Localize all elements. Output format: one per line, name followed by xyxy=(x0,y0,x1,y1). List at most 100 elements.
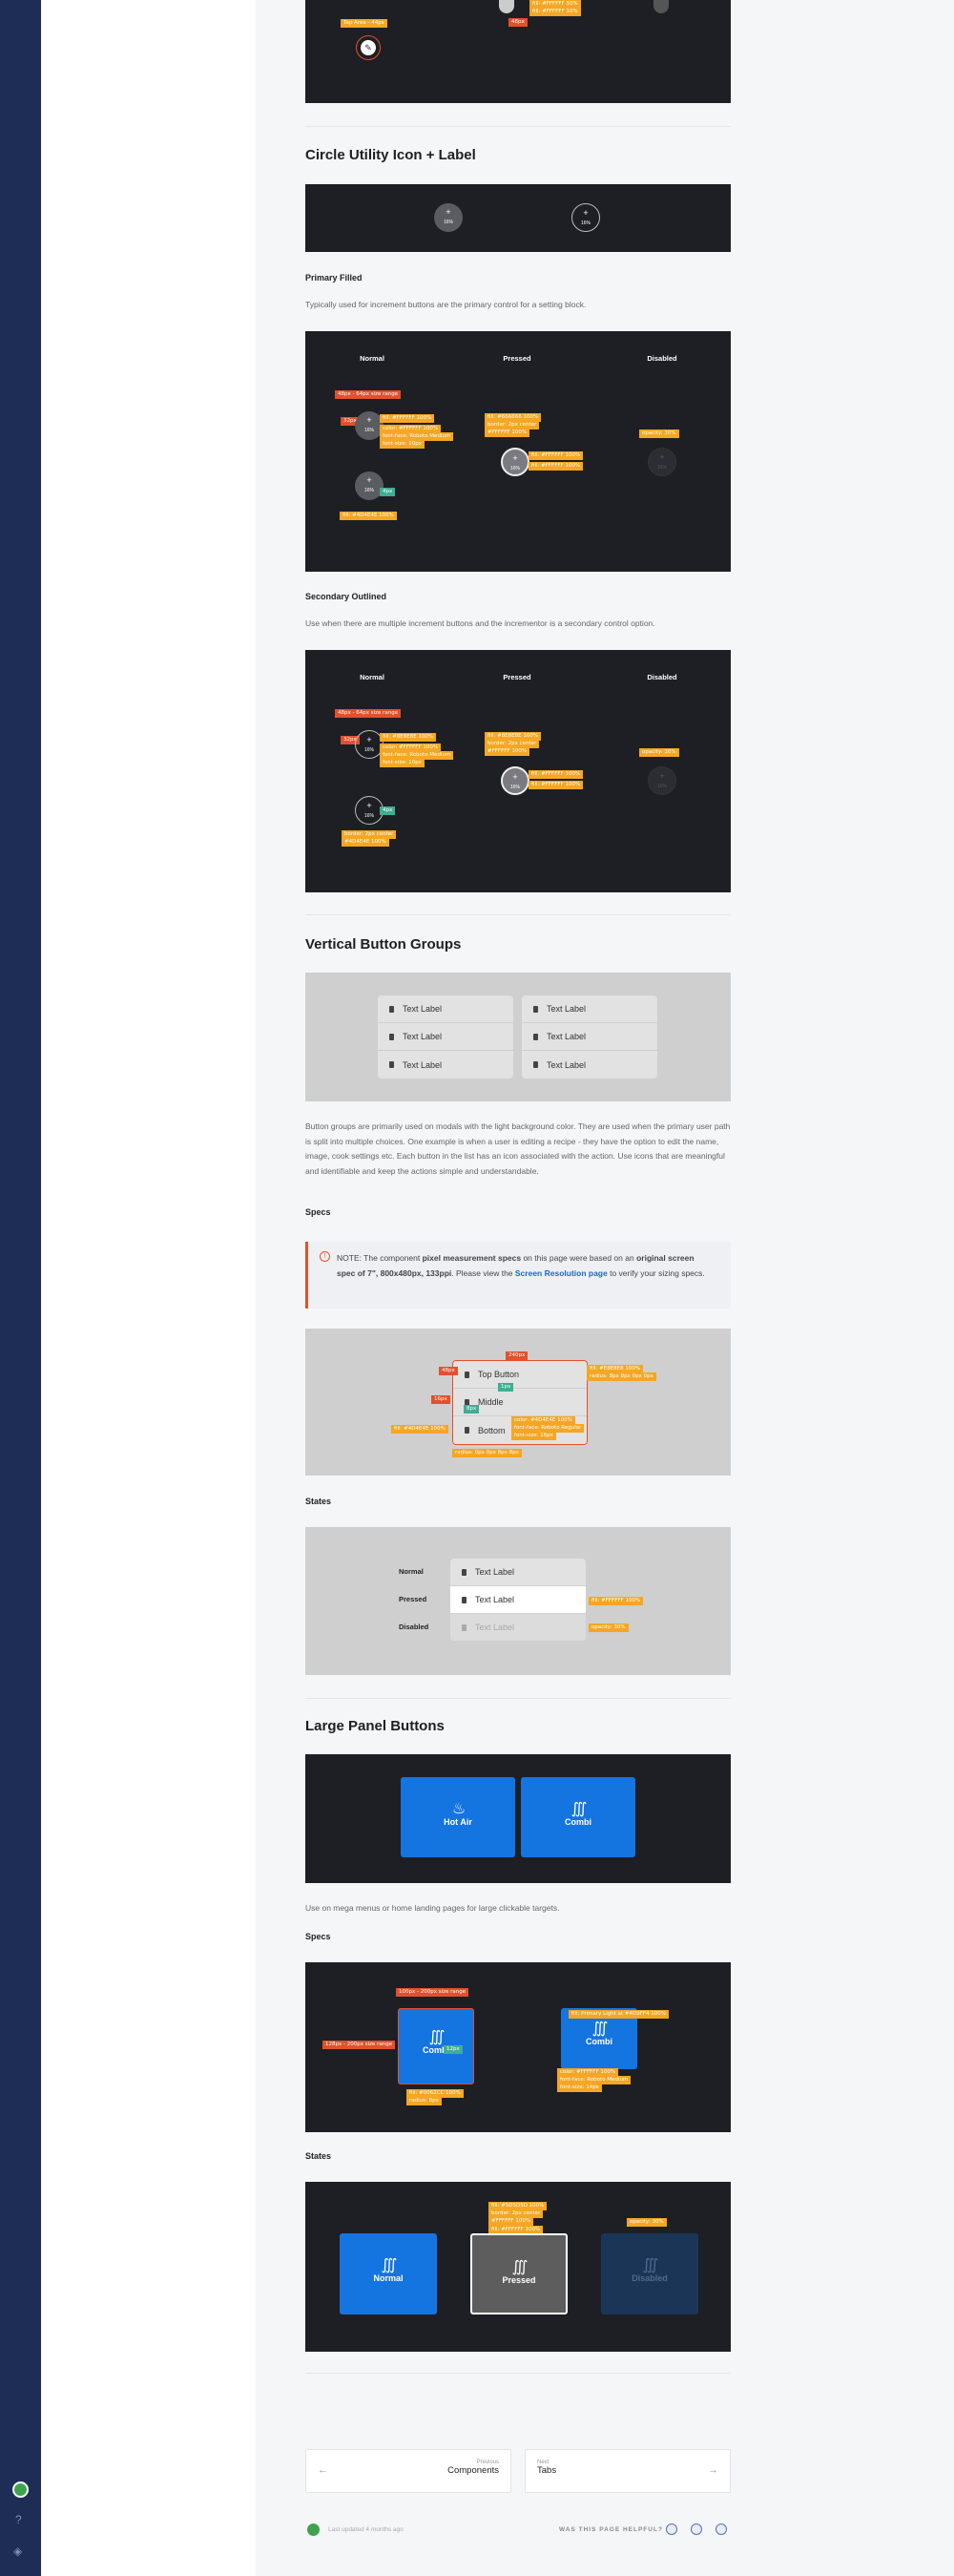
state-disabled: Disabled xyxy=(647,354,677,363)
top-button[interactable]: Top Button xyxy=(453,1361,587,1389)
section-title-lpb: Large Panel Buttons xyxy=(305,1718,445,1734)
prev-page-link[interactable]: ← Previous Components xyxy=(305,2449,511,2493)
next-page-link[interactable]: Next Tabs → xyxy=(525,2449,731,2493)
button-label: Text Label xyxy=(475,1567,515,1577)
next-title: Tabs xyxy=(537,2465,557,2476)
circle-label: 16% xyxy=(509,785,520,790)
tag: 12px xyxy=(444,2045,463,2054)
lpb-specs-title: Specs xyxy=(305,1932,331,1941)
sidebar xyxy=(41,0,256,2576)
tag: fill: #FFFFFF 100% xyxy=(589,1597,644,1605)
tag: radius: 0px 0px 8px 8px xyxy=(452,1449,522,1457)
state-normal-panel[interactable]: ∭ Normal xyxy=(340,2233,437,2314)
button-label: Text Label xyxy=(547,1032,587,1041)
tap-area-tag: Tap Area - 44px xyxy=(341,19,387,28)
button-label: Text Label xyxy=(547,1004,587,1014)
section-title-circle: Circle Utility Icon + Label xyxy=(305,147,476,163)
circle-filled-button[interactable]: +16% xyxy=(434,203,463,232)
button-icon xyxy=(533,1005,538,1013)
steam-icon: ∭ xyxy=(591,2021,609,2037)
vbg-desc: Button groups are primarily used on moda… xyxy=(305,1121,731,1176)
button-label: Middle xyxy=(478,1397,504,1407)
button-icon xyxy=(389,1061,394,1068)
circle-label: 16% xyxy=(443,220,453,225)
flame-icon: ♨ xyxy=(451,1801,466,1817)
info-icon: ! xyxy=(320,1251,330,1262)
combi-button[interactable]: ∭ Combi xyxy=(521,1777,635,1857)
hot-air-button[interactable]: ♨ Hot Air xyxy=(401,1777,515,1857)
secondary-outlined-desc: Use when there are multiple increment bu… xyxy=(305,618,655,628)
circle-outlined-button[interactable]: +16% xyxy=(571,203,600,232)
tag: font-size: 10px xyxy=(380,440,425,449)
button-label: Text Label xyxy=(403,1059,443,1070)
note-part: . Please view the xyxy=(451,1267,515,1278)
button-icon xyxy=(462,1568,467,1576)
group-button[interactable]: Text Label xyxy=(378,1023,513,1051)
state-pressed: Pressed xyxy=(503,673,531,681)
button-label: Pressed xyxy=(502,2275,536,2285)
state-pressed-panel[interactable]: ∭ Pressed xyxy=(470,2233,568,2314)
tag: fill: #FFFFFF 100% xyxy=(529,462,584,471)
layers-icon[interactable]: ◈ xyxy=(13,2545,22,2558)
vbg-specs-title: Specs xyxy=(305,1207,331,1217)
neutral-face-icon[interactable] xyxy=(691,2524,702,2535)
divider xyxy=(305,126,731,127)
state-disabled-panel: ∭ Disabled xyxy=(601,2233,698,2314)
tag: fill: #8E8E8E 100% xyxy=(380,733,437,742)
circle-preview: +16% +16% xyxy=(305,184,731,252)
tag: fill: #4D4E4E 100% xyxy=(391,1425,448,1434)
vbg-spec-panel: 240px Top Button Middle Bottom 48px 1px … xyxy=(305,1329,731,1476)
button-label: Bottom xyxy=(478,1425,506,1435)
state-label: Normal xyxy=(399,1567,424,1576)
state-label: Pressed xyxy=(399,1595,427,1603)
state-pressed-button[interactable]: Text Label xyxy=(450,1586,586,1614)
circle-label: 16% xyxy=(580,220,591,226)
state-label: Disabled xyxy=(399,1623,429,1631)
button-icon xyxy=(465,1371,469,1378)
steam-icon: ∭ xyxy=(381,2257,398,2273)
button-group-1: Text Label Text Label Text Label xyxy=(378,995,513,1079)
combi-spec-button: ∭ Combi xyxy=(398,2008,474,2084)
state-disabled-button: Text Label xyxy=(450,1614,586,1642)
sad-face-icon[interactable] xyxy=(666,2524,677,2535)
group-button[interactable]: Text Label xyxy=(522,1051,657,1079)
lpb-preview: ♨ Hot Air ∭ Combi xyxy=(305,1754,731,1883)
lpb-spec-panel: 100px - 200px size range 32px 128px - 20… xyxy=(305,1962,731,2132)
tag: font-size: 10px xyxy=(380,759,425,767)
button-icon xyxy=(462,1623,467,1631)
tag: radius: 8px xyxy=(406,2097,442,2105)
note-part: on this page were based on an xyxy=(521,1253,637,1263)
circle-label: 16% xyxy=(363,747,374,753)
state-normal-button[interactable]: Text Label xyxy=(450,1559,586,1586)
screen-resolution-link[interactable]: Screen Resolution page xyxy=(515,1268,608,1278)
help-icon[interactable]: ? xyxy=(15,2513,22,2526)
group-button[interactable]: Text Label xyxy=(522,1023,657,1051)
secondary-pressed-circle: +16% xyxy=(501,766,529,795)
happy-face-icon[interactable] xyxy=(716,2524,727,2535)
lpb-states-title: States xyxy=(305,2151,332,2161)
section-title-vbg: Vertical Button Groups xyxy=(305,936,462,953)
vbg-states-title: States xyxy=(305,1497,332,1506)
steam-icon: ∭ xyxy=(511,2259,529,2275)
group-button[interactable]: Text Label xyxy=(378,1051,513,1079)
tag: 1px xyxy=(498,1383,514,1392)
tag: 128px - 200px size range xyxy=(322,2041,396,2049)
tag: font-size: 16px xyxy=(511,1432,556,1440)
tag: 48px - 64px size range xyxy=(335,709,402,718)
tag: opacity: 30% xyxy=(589,1623,629,1632)
tag: fill: #FFFFFF 100% xyxy=(529,770,584,779)
state-disabled: Disabled xyxy=(647,673,677,681)
helpful-prompt: WAS THIS PAGE HELPFUL? xyxy=(559,2526,663,2533)
disabled-check-icon xyxy=(653,0,669,13)
button-label: Text Label xyxy=(403,1004,443,1014)
divider xyxy=(305,914,731,915)
circle-label: 16% xyxy=(509,466,520,471)
top-demo-circle xyxy=(499,0,514,13)
lpb-states-panel: ∭ Normal fill: #5D5D5D 100% border: 2px c… xyxy=(305,2182,731,2352)
brand-logo-icon[interactable] xyxy=(12,2482,29,2498)
button-label: Text Label xyxy=(475,1595,515,1604)
button-group-2: Text Label Text Label Text Label xyxy=(522,995,657,1079)
group-button[interactable]: Text Label xyxy=(378,995,513,1023)
group-button[interactable]: Text Label xyxy=(522,995,657,1023)
button-icon xyxy=(462,1596,467,1603)
